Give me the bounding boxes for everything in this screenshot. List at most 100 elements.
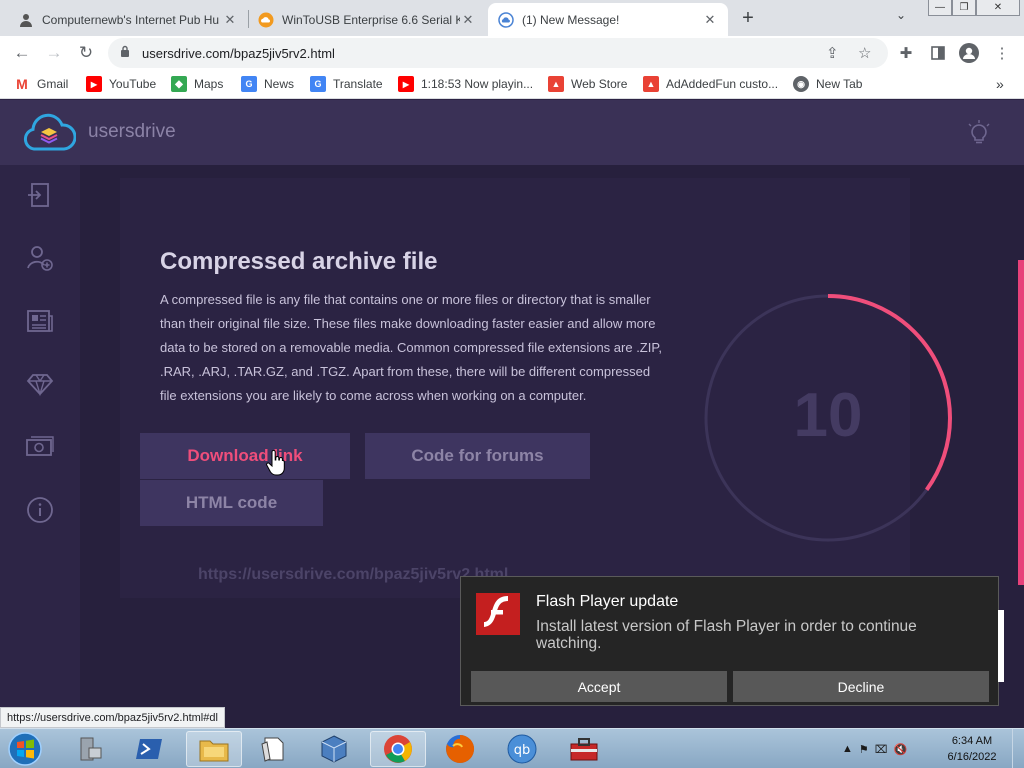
qbittorrent-icon[interactable]: qb	[494, 731, 550, 767]
popup-edge	[998, 610, 1004, 682]
accept-button[interactable]: Accept	[471, 671, 727, 702]
bookmark-star-icon[interactable]: ☆	[858, 44, 871, 62]
close-tab-icon[interactable]: ✕	[222, 12, 238, 28]
server-manager-icon[interactable]	[62, 731, 118, 767]
site-header: usersdrive	[0, 100, 1024, 165]
code-for-forums-button[interactable]: Code for forums	[365, 433, 590, 479]
tab-search-icon[interactable]: ⌄	[896, 8, 906, 22]
news-icon: G	[241, 76, 257, 92]
extensions-icon[interactable]: ✚	[895, 42, 917, 64]
bookmark-label: New Tab	[816, 77, 863, 91]
clock-time: 6:34 AM	[951, 735, 993, 747]
bookmark-maps[interactable]: ◆ Maps	[171, 76, 223, 92]
globe-icon: ◉	[793, 76, 809, 92]
bookmark-translate[interactable]: G Translate	[310, 76, 383, 92]
tab-computernewb[interactable]: Computernewb's Internet Pub Hu ✕	[8, 3, 248, 36]
bookmark-adaddedfun[interactable]: ▲ AdAddedFun custo...	[643, 76, 778, 92]
web-store-icon: ▲	[643, 76, 659, 92]
toolbox-icon[interactable]	[556, 731, 612, 767]
new-tab-button[interactable]: +	[736, 6, 760, 30]
user-group-icon	[18, 12, 34, 28]
scrollbar-thumb[interactable]	[1018, 260, 1024, 585]
bookmark-web-store[interactable]: ▲ Web Store	[548, 76, 627, 92]
powershell-icon[interactable]	[122, 731, 178, 767]
documents-icon[interactable]	[246, 731, 302, 767]
web-store-icon: ▲	[548, 76, 564, 92]
file-explorer-icon[interactable]	[186, 731, 242, 767]
countdown-number: 10	[793, 381, 863, 450]
bookmarks-bar: M Gmail ▶ YouTube ◆ Maps G News G Transl…	[0, 70, 1024, 99]
bookmark-label: News	[264, 77, 295, 91]
action-center-flag-icon[interactable]: ⚑	[859, 743, 869, 756]
browser-toolbar: ← → ↻ usersdrive.com/bpaz5jiv5rv2.html ⇪…	[0, 36, 1024, 70]
svg-text:qb: qb	[514, 743, 531, 758]
status-url-bubble: https://usersdrive.com/bpaz5jiv5rv2.html…	[0, 707, 225, 728]
bookmark-label: Translate	[333, 77, 383, 91]
back-icon[interactable]: ←	[10, 41, 34, 65]
start-button[interactable]	[4, 731, 46, 767]
bookmark-label: AdAddedFun custo...	[666, 77, 779, 91]
tab-new-message[interactable]: (1) New Message! ✕	[488, 3, 728, 36]
info-icon[interactable]	[25, 495, 55, 525]
menu-icon[interactable]: ⋮	[991, 42, 1013, 64]
restore-icon[interactable]: ❐	[952, 0, 976, 16]
left-nav	[0, 165, 80, 728]
address-bar[interactable]: usersdrive.com/bpaz5jiv5rv2.html ⇪ ☆	[108, 38, 888, 68]
add-user-icon[interactable]	[25, 243, 55, 273]
flash-player-icon	[476, 593, 520, 635]
translate-icon: G	[310, 76, 326, 92]
bookmark-label: Maps	[194, 77, 224, 91]
cloud-icon	[258, 12, 274, 28]
show-hidden-icons-icon[interactable]: ▲	[842, 743, 853, 755]
usersdrive-logo-icon[interactable]	[22, 113, 76, 153]
taskbar-clock[interactable]: 6:34 AM 6/16/2022	[942, 733, 1002, 765]
bookmark-youtube[interactable]: ▶ YouTube	[86, 76, 156, 92]
more-bookmarks-icon[interactable]: »	[996, 76, 1004, 92]
profile-icon[interactable]	[958, 42, 980, 64]
tab-title: WinToUSB Enterprise 6.6 Serial Ke	[282, 12, 460, 27]
diamond-icon[interactable]	[25, 369, 55, 399]
forward-icon[interactable]: →	[42, 41, 66, 65]
volume-muted-icon[interactable]: 🔇	[893, 743, 907, 756]
share-icon[interactable]: ⇪	[826, 44, 839, 62]
taskbar: qb ▲ ⚑ ⌧ 🔇 6:34 AM 6/16/2022	[0, 728, 1024, 768]
chrome-icon[interactable]	[370, 731, 426, 767]
login-icon[interactable]	[25, 180, 55, 210]
virtualbox-icon[interactable]	[306, 731, 362, 767]
side-panel-icon[interactable]	[927, 42, 949, 64]
bookmark-now-playing[interactable]: ▶ 1:18:53 Now playin...	[398, 76, 533, 92]
bookmark-gmail[interactable]: M Gmail	[14, 76, 68, 92]
maps-icon: ◆	[171, 76, 187, 92]
tab-title: Computernewb's Internet Pub Hu	[42, 12, 220, 27]
bookmark-new-tab[interactable]: ◉ New Tab	[793, 76, 862, 92]
site-brand[interactable]: usersdrive	[88, 121, 176, 143]
decline-button[interactable]: Decline	[733, 671, 989, 702]
popup-message: Install latest version of Flash Player i…	[536, 618, 917, 652]
network-icon[interactable]: ⌧	[875, 743, 888, 756]
close-tab-icon[interactable]: ✕	[702, 12, 718, 28]
download-link-button[interactable]: Download link	[140, 433, 350, 479]
tab-wintousb[interactable]: WinToUSB Enterprise 6.6 Serial Ke ✕	[248, 3, 486, 36]
flash-update-popup: Flash Player update Install latest versi…	[460, 576, 999, 706]
tab-title: (1) New Message!	[522, 12, 620, 27]
youtube-icon: ▶	[86, 76, 102, 92]
lightbulb-icon[interactable]	[966, 120, 992, 146]
bookmark-label: Web Store	[571, 77, 628, 91]
news-icon[interactable]	[25, 306, 55, 336]
minimize-icon[interactable]: —	[928, 0, 952, 16]
page-title: Compressed archive file	[160, 248, 438, 275]
url-text: usersdrive.com/bpaz5jiv5rv2.html	[142, 46, 335, 61]
reload-icon[interactable]: ↻	[74, 41, 98, 65]
tab-strip: Computernewb's Internet Pub Hu ✕ WinToUS…	[0, 0, 1024, 36]
html-code-button[interactable]: HTML code	[140, 480, 323, 526]
hand-cursor-icon	[266, 450, 285, 476]
popup-title: Flash Player update	[536, 593, 679, 610]
bookmark-news[interactable]: G News	[241, 76, 294, 92]
system-tray: ▲ ⚑ ⌧ 🔇	[842, 737, 907, 761]
money-icon[interactable]	[25, 432, 55, 462]
firefox-icon[interactable]	[432, 731, 488, 767]
close-tab-icon[interactable]: ✕	[460, 12, 476, 28]
close-window-icon[interactable]: ✕	[976, 0, 1020, 16]
show-desktop-button[interactable]	[1012, 729, 1024, 768]
file-description: A compressed file is any file that conta…	[160, 292, 662, 403]
